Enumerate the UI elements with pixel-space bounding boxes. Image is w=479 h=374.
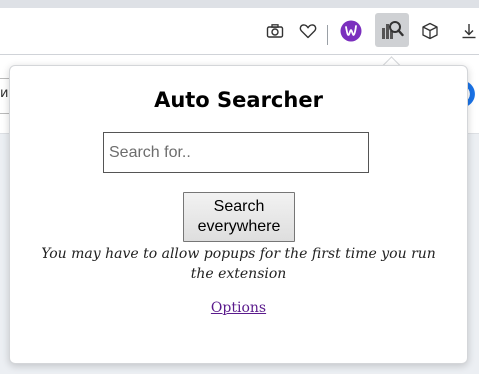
page-text-fragment: и [0,86,9,101]
search-button-label-line1: Search [213,198,265,215]
search-button-label-line2: everywhere [197,218,281,235]
search-input[interactable] [103,132,369,173]
cube-icon[interactable] [416,17,444,45]
popup-note: You may have to allow popups for the fir… [41,246,436,282]
browser-tab-strip [0,0,479,8]
options-link[interactable]: Options [211,300,266,316]
w-extension-icon[interactable] [337,17,365,45]
heart-icon[interactable] [294,17,322,45]
popup-title: Auto Searcher [154,88,323,112]
auto-searcher-extension-icon[interactable] [375,13,409,47]
search-everywhere-button[interactable]: Search everywhere [183,192,295,242]
download-icon[interactable] [455,17,479,45]
toolbar-separator [327,25,328,45]
browser-toolbar [0,8,479,55]
camera-icon[interactable] [261,17,289,45]
extension-popup: Auto Searcher Search everywhere You may … [9,65,468,364]
